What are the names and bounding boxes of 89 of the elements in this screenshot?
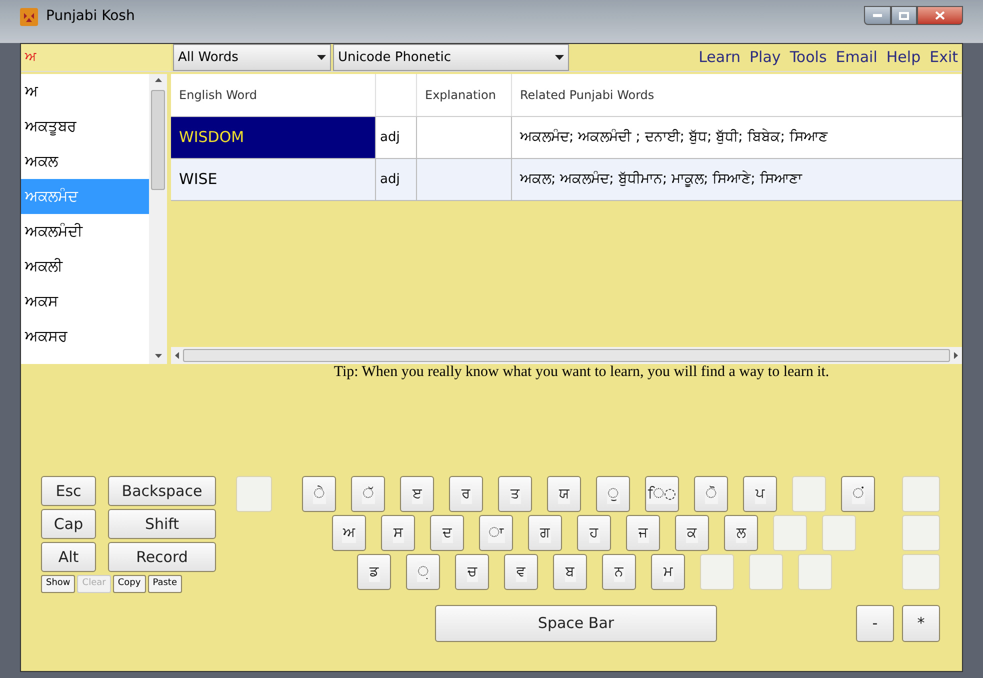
vertical-scrollbar[interactable] bbox=[149, 74, 167, 364]
key[interactable]: Esc bbox=[41, 476, 96, 506]
blank-key[interactable] bbox=[798, 554, 832, 590]
key[interactable]: ਪ bbox=[743, 476, 777, 512]
key[interactable]: ੲ bbox=[400, 476, 434, 512]
blank-key[interactable] bbox=[902, 515, 940, 551]
key[interactable]: ਿ◌ bbox=[645, 476, 679, 512]
table-cell: adj bbox=[376, 159, 417, 200]
small-button[interactable]: Copy bbox=[112, 575, 146, 593]
search-field[interactable]: ਅ bbox=[21, 44, 171, 71]
key[interactable]: ਤ bbox=[498, 476, 532, 512]
key[interactable]: - bbox=[856, 605, 894, 642]
key[interactable]: ◌ਾ bbox=[479, 515, 513, 551]
blank-key[interactable] bbox=[773, 515, 807, 551]
dropdown[interactable]: All Words bbox=[173, 44, 331, 71]
key[interactable]: ਰ bbox=[449, 476, 483, 512]
small-button[interactable]: Show bbox=[41, 575, 76, 593]
small-button[interactable]: Paste bbox=[148, 575, 182, 593]
close-icon bbox=[935, 11, 945, 20]
key[interactable]: Record bbox=[108, 542, 216, 572]
blank-key[interactable] bbox=[822, 515, 856, 551]
key[interactable]: ਮ bbox=[651, 554, 685, 590]
word-list-item[interactable]: ਅਕਸਰ bbox=[21, 319, 149, 354]
scroll-right-icon[interactable] bbox=[954, 352, 958, 359]
dropdown[interactable]: Unicode Phonetic bbox=[333, 44, 569, 71]
table-cell-text: ਅਕਲਮੰਦ; ਅਕਲਮੰਦੀ ; ਦਨਾਈ; ਬੁੱਧ; ਬੁੱਧੀ; ਬਿਬੇਕ; ਸਿਆਣ bbox=[518, 128, 829, 147]
menu-link[interactable]: Tools bbox=[790, 46, 827, 69]
key[interactable]: * bbox=[902, 605, 940, 642]
key[interactable]: Alt bbox=[41, 542, 96, 572]
key[interactable]: ਚ bbox=[455, 554, 489, 590]
menu-link[interactable]: Help bbox=[886, 46, 921, 69]
scroll-left-icon[interactable] bbox=[175, 352, 179, 359]
window-title: Punjabi Kosh bbox=[46, 7, 135, 26]
key[interactable]: ਸ bbox=[381, 515, 415, 551]
table-cell: WISE bbox=[171, 159, 376, 200]
key[interactable]: ਯ bbox=[547, 476, 581, 512]
key[interactable]: ◌਼ bbox=[406, 554, 440, 590]
table-cell-text: ਅਕਲ; ਅਕਲਮੰਦ; ਬੁੱਧੀਮਾਨ; ਮਾਕੂਲ; ਸਿਆਣੇ; ਸਿਆਣਾ bbox=[518, 170, 804, 189]
key[interactable]: Backspace bbox=[108, 476, 216, 506]
word-list-item[interactable]: ਅਕਤੂਬਰ bbox=[21, 109, 149, 144]
key[interactable]: ਵ bbox=[504, 554, 538, 590]
blank-key[interactable] bbox=[749, 554, 783, 590]
key[interactable]: ◌ੁ bbox=[596, 476, 630, 512]
column-header[interactable]: Explanation bbox=[417, 74, 512, 116]
word-list-item[interactable]: ਅਕਸ bbox=[21, 284, 149, 319]
blank-key[interactable] bbox=[792, 476, 826, 512]
space-bar-key[interactable]: Space Bar bbox=[435, 605, 717, 642]
key[interactable]: ਗ bbox=[528, 515, 562, 551]
menu-link[interactable]: Play bbox=[750, 46, 781, 69]
menu-link[interactable]: Email bbox=[836, 46, 878, 69]
tip-text: Tip: When you really know what you want to learn, you will find a way to learn it. bbox=[332, 364, 830, 380]
word-list-item[interactable]: ਅਕਲ bbox=[21, 144, 149, 179]
key[interactable]: ◌ੋ bbox=[694, 476, 728, 512]
blank-key[interactable] bbox=[236, 476, 272, 512]
key[interactable]: ਹ bbox=[577, 515, 611, 551]
key[interactable]: ਨ bbox=[602, 554, 636, 590]
key[interactable]: Cap bbox=[41, 509, 96, 539]
blank-key[interactable] bbox=[902, 476, 940, 512]
scroll-up-icon[interactable] bbox=[154, 78, 162, 82]
key[interactable]: ◌ੇ bbox=[302, 476, 336, 512]
maximize-button[interactable] bbox=[891, 6, 917, 25]
key[interactable]: ਅ bbox=[332, 515, 366, 551]
key[interactable]: ਦ bbox=[430, 515, 464, 551]
key[interactable]: ਬ bbox=[553, 554, 587, 590]
table-cell: adj bbox=[376, 117, 417, 158]
minimize-button[interactable] bbox=[864, 6, 891, 25]
key[interactable]: ◌ਂ bbox=[841, 476, 875, 512]
key[interactable]: ਜ bbox=[626, 515, 660, 551]
word-list-item[interactable]: ਅਕਲਮੰਦੀ bbox=[21, 214, 149, 249]
scroll-down-icon[interactable] bbox=[154, 354, 162, 358]
word-list-item[interactable]: ਅ bbox=[21, 74, 149, 109]
menu-link[interactable]: Exit bbox=[930, 46, 958, 69]
app-icon bbox=[20, 8, 38, 26]
word-list-item[interactable]: ਅਕਲੀ bbox=[21, 249, 149, 284]
blank-key[interactable] bbox=[700, 554, 734, 590]
column-header[interactable]: Related Punjabi Words bbox=[512, 74, 962, 116]
key[interactable]: ਕ bbox=[675, 515, 709, 551]
key[interactable]: Shift bbox=[108, 509, 216, 539]
key[interactable]: ਲ bbox=[724, 515, 758, 551]
caret-icon bbox=[317, 55, 326, 60]
blank-key[interactable] bbox=[902, 554, 940, 590]
column-header[interactable]: English Word bbox=[171, 74, 376, 116]
key[interactable]: ਡ bbox=[357, 554, 391, 590]
table-cell: WISDOM bbox=[171, 117, 376, 158]
horizontal-scrollbar[interactable] bbox=[171, 347, 962, 364]
key[interactable]: ◌ੱ bbox=[351, 476, 385, 512]
close-button[interactable] bbox=[917, 6, 963, 25]
menu-link[interactable]: Learn bbox=[698, 46, 741, 69]
caret-icon bbox=[555, 55, 564, 60]
